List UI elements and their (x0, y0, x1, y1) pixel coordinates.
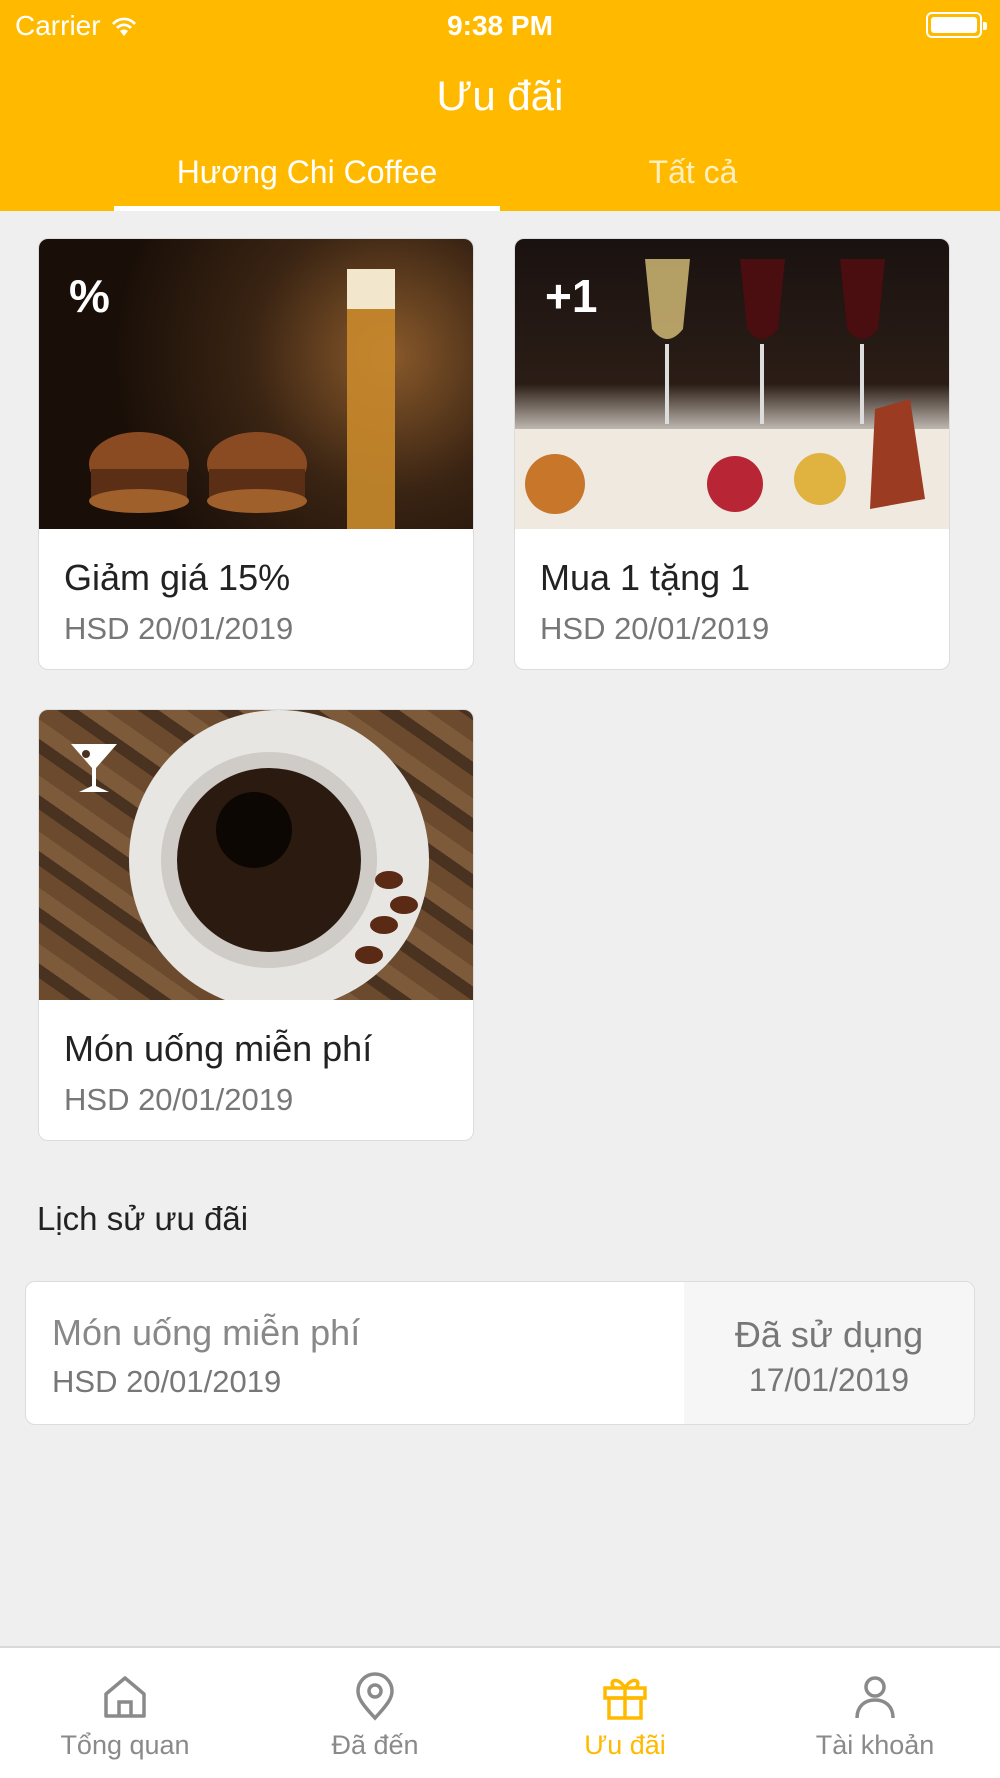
tab-label: Tài khoản (815, 1730, 935, 1760)
offer-image-burgers-beer: % (39, 239, 473, 529)
offer-title: Mua 1 tặng 1 (540, 557, 751, 598)
status-bar: Carrier 9:38 PM (0, 8, 1000, 42)
history-item-used-date: 17/01/2019 (748, 1362, 910, 1398)
offer-image-wine-dinner: +1 (515, 239, 949, 529)
tab-huong-chi-coffee[interactable]: Hương Chi Coffee (114, 150, 500, 211)
tab-bar-top: Hương Chi Coffee Tất cả (0, 150, 1000, 211)
offer-card-free-drink[interactable]: Món uống miễn phí HSD 20/01/2019 (38, 709, 474, 1141)
battery-icon (926, 12, 987, 38)
offer-card-buy-one-get-one[interactable]: +1 Mua 1 tặng 1 HSD 20/01/2019 (514, 238, 950, 670)
home-icon (104, 1676, 146, 1718)
offer-image-coffee (39, 710, 473, 1000)
offer-title: Giảm giá 15% (64, 557, 291, 598)
tab-tong-quan[interactable]: Tổng quan (0, 1648, 250, 1778)
percent-icon: % (69, 270, 110, 322)
tab-label: Tổng quan (60, 1730, 190, 1760)
history-section-title: Lịch sử ưu đãi (37, 1200, 249, 1237)
tab-label: Ưu đãi (584, 1730, 666, 1760)
offer-expiry: HSD 20/01/2019 (64, 611, 294, 646)
offer-card-discount[interactable]: % Giảm giá 15% HSD 20/01/2019 (38, 238, 474, 670)
tab-tai-khoan[interactable]: Tài khoản (750, 1648, 1000, 1778)
tab-da-den[interactable]: Đã đến (250, 1648, 500, 1778)
history-item-status: Đã sử dụng (734, 1314, 924, 1355)
tab-label: Đã đến (331, 1730, 419, 1760)
history-item[interactable]: Món uống miễn phí HSD 20/01/2019 Đã sử d… (25, 1281, 975, 1425)
active-tab-indicator (114, 206, 500, 211)
tab-uu-dai[interactable]: Ưu đãi (500, 1648, 750, 1778)
cocktail-icon (69, 740, 119, 807)
history-item-expiry: HSD 20/01/2019 (52, 1364, 282, 1399)
bottom-tab-bar: Tổng quan Đã đến Ưu đãi Tài khoản (0, 1646, 1000, 1778)
user-icon (855, 1676, 895, 1719)
history-item-status-panel: Đã sử dụng 17/01/2019 (684, 1282, 974, 1424)
offer-expiry: HSD 20/01/2019 (64, 1082, 294, 1117)
plus-one-icon: +1 (545, 270, 598, 322)
page-title: Ưu đãi (436, 72, 564, 119)
status-time: 9:38 PM (447, 10, 553, 41)
history-item-title: Món uống miễn phí (52, 1312, 361, 1353)
offer-title: Món uống miễn phí (64, 1028, 373, 1069)
location-pin-icon (356, 1672, 394, 1721)
gift-icon (603, 1678, 647, 1720)
app-header: Carrier 9:38 PM Ưu đãi Hương Chi Coffee … (0, 0, 1000, 211)
tab-tat-ca[interactable]: Tất cả (500, 150, 886, 211)
offer-expiry: HSD 20/01/2019 (540, 611, 770, 646)
